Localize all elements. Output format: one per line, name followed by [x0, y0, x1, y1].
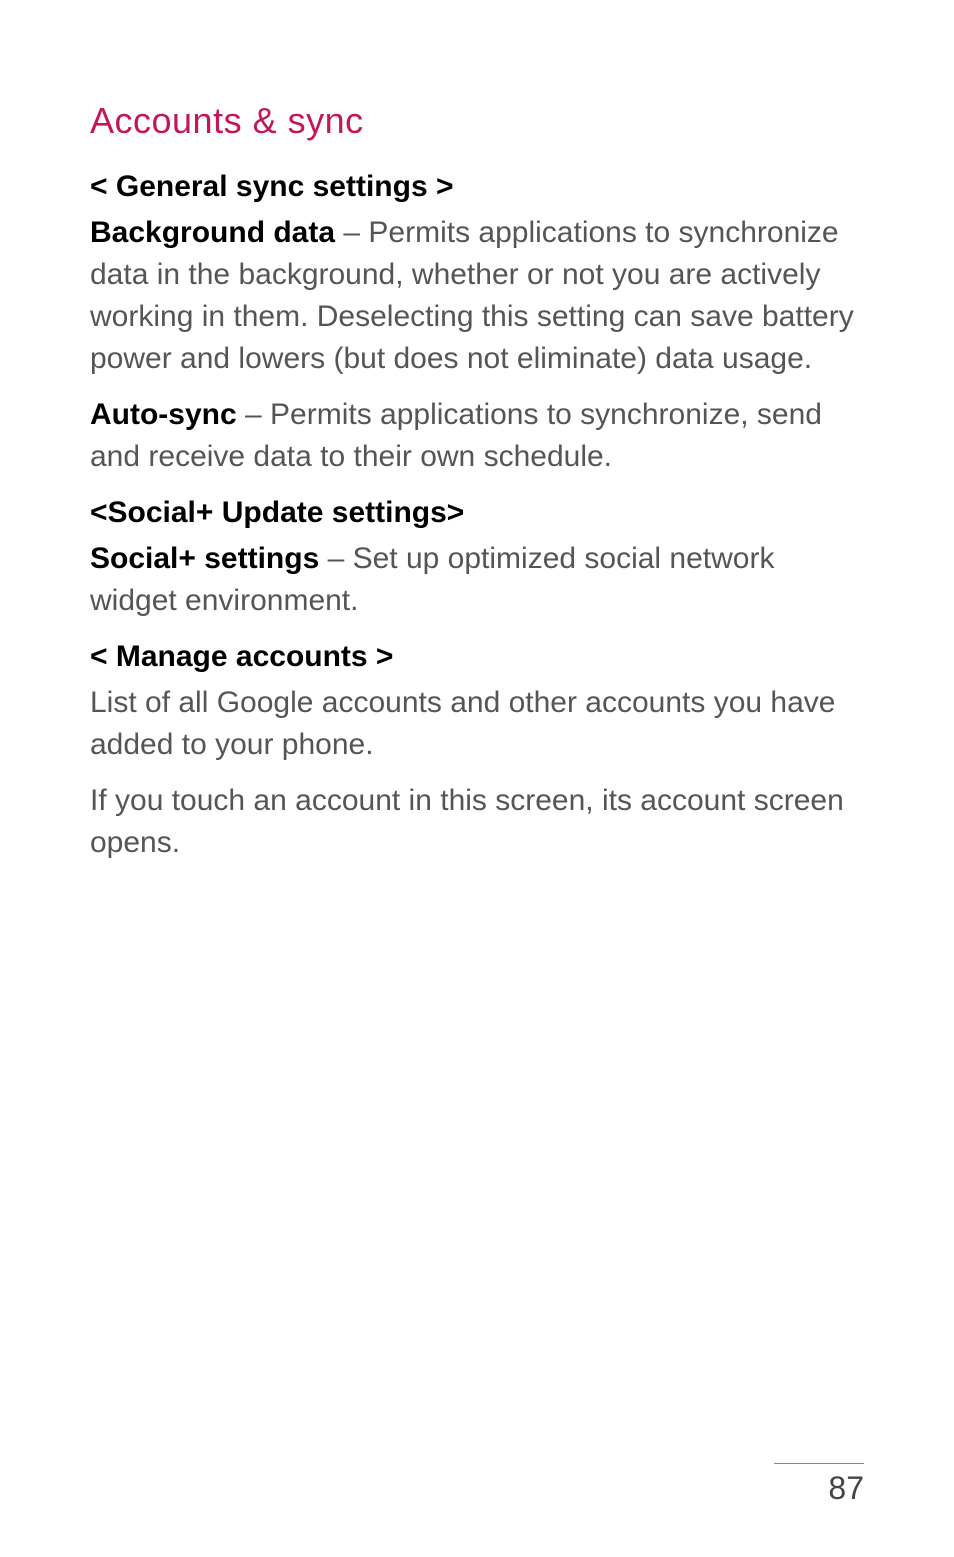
paragraph-manage-list: List of all Google accounts and other ac… [90, 682, 864, 766]
section-title: Accounts & sync [90, 100, 864, 142]
paragraph-auto-sync: Auto-sync – Permits applications to sync… [90, 394, 864, 478]
page-number-container: 87 [774, 1463, 864, 1507]
term-bold: Auto-sync [90, 398, 237, 431]
subsection-heading-general-sync: < General sync settings > [90, 170, 864, 204]
subsection-heading-manage-accounts: < Manage accounts > [90, 640, 864, 674]
term-bold: Social+ settings [90, 542, 319, 575]
term-description: If you touch an account in this screen, … [90, 784, 844, 859]
page-number-divider [774, 1463, 864, 1464]
paragraph-manage-touch: If you touch an account in this screen, … [90, 780, 864, 864]
paragraph-social-settings: Social+ settings – Set up optimized soci… [90, 538, 864, 622]
term-bold: Background data [90, 216, 335, 249]
page-number: 87 [828, 1470, 864, 1507]
paragraph-background-data: Background data – Permits applications t… [90, 212, 864, 380]
term-description: List of all Google accounts and other ac… [90, 686, 835, 761]
subsection-heading-social-update: <Social+ Update settings> [90, 496, 864, 530]
